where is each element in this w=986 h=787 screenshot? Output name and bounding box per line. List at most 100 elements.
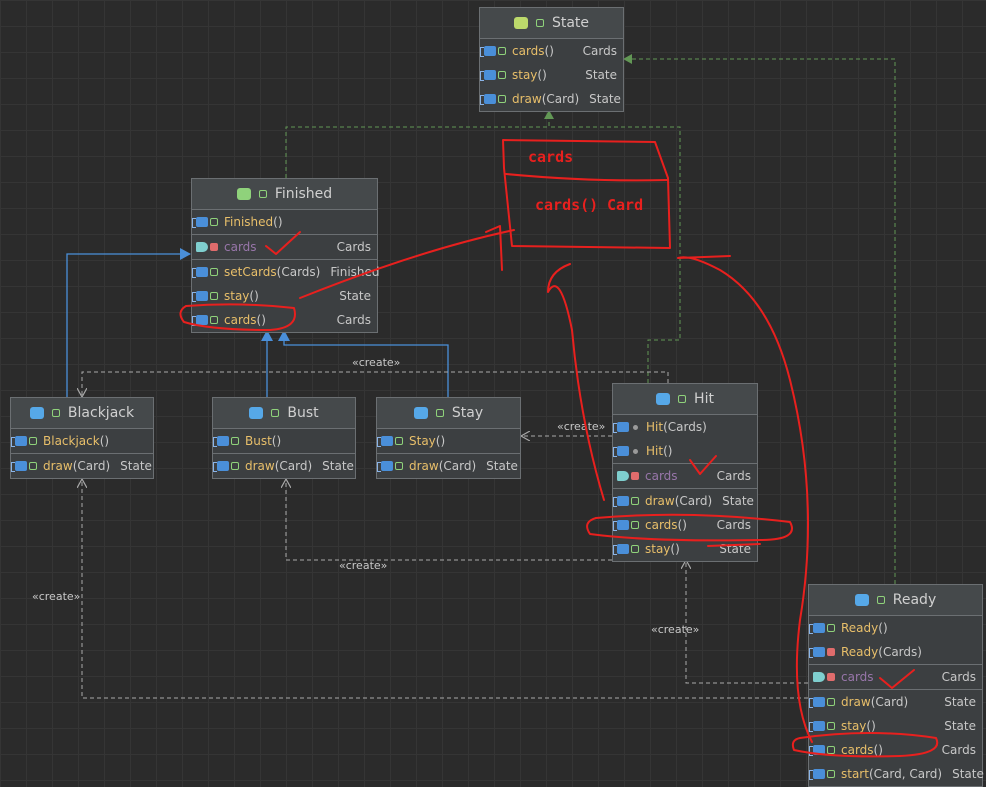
member-type: State — [944, 695, 976, 709]
member-row[interactable]: stay() State — [809, 714, 982, 738]
method-icon — [480, 46, 496, 57]
public-lock-icon — [210, 292, 218, 300]
public-lock-icon — [631, 521, 639, 529]
method-icon — [192, 315, 208, 326]
member-args: () — [663, 444, 673, 458]
member-name: draw — [43, 459, 73, 473]
public-lock-icon — [210, 218, 218, 226]
class-node-ready[interactable]: Ready Ready () Ready (Cards) cards Cards … — [808, 584, 984, 787]
member-row[interactable]: draw (Card) State — [613, 488, 757, 513]
class-node-bust[interactable]: Bust Bust() draw (Card) State — [212, 397, 356, 479]
member-args: () — [873, 743, 883, 757]
member-name: draw — [409, 459, 439, 473]
member-row[interactable]: Finished () — [192, 210, 377, 234]
class-header[interactable]: Stay — [377, 398, 520, 429]
member-row[interactable]: cards() Cards — [192, 308, 377, 332]
member-row[interactable]: Ready () — [809, 616, 982, 640]
method-icon — [613, 544, 629, 555]
class-node-hit[interactable]: Hit Hit (Cards) Hit() cards Cards draw (Car… — [612, 383, 758, 562]
public-lock-icon — [395, 462, 403, 470]
member-row[interactable]: draw (Card) State — [480, 87, 623, 111]
public-lock-icon — [535, 19, 544, 27]
member-name: stay — [841, 719, 867, 733]
method-icon — [192, 291, 208, 302]
class-header[interactable]: Hit — [613, 384, 757, 415]
method-icon — [809, 745, 825, 756]
method-icon — [192, 267, 208, 278]
public-lock-icon — [210, 268, 218, 276]
member-row[interactable]: draw (Card) State — [377, 453, 520, 478]
member-args: () — [670, 542, 680, 556]
class-node-blackjack[interactable]: Blackjack Blackjack () draw (Card) State — [10, 397, 154, 479]
member-row[interactable]: stay() State — [480, 63, 623, 87]
method-icon — [613, 496, 629, 507]
class-header[interactable]: Blackjack — [11, 398, 153, 429]
private-lock-icon — [210, 243, 218, 251]
member-row[interactable]: Hit (Cards) — [613, 415, 757, 439]
member-row[interactable]: Ready (Cards) — [809, 640, 982, 664]
class-node-state[interactable]: State cards() Cards stay() State draw (Card… — [479, 7, 624, 112]
public-lock-icon — [678, 395, 687, 403]
member-row[interactable]: setCards (Cards) Finished — [192, 259, 380, 284]
member-row[interactable]: draw (Card) State — [11, 453, 153, 478]
member-row[interactable]: draw (Card) State — [809, 689, 982, 714]
method-icon — [480, 94, 496, 105]
member-args: () — [878, 621, 888, 635]
member-args: () — [544, 44, 554, 58]
class-node-finished[interactable]: Finished Finished () cards Cards setCards… — [191, 178, 380, 333]
member-name: Bust — [245, 434, 272, 448]
member-row[interactable]: start (Card, Card) State — [809, 762, 984, 786]
member-row[interactable]: stay() State — [613, 537, 757, 561]
constructor-icon — [192, 217, 208, 228]
member-type: Cards — [582, 44, 617, 58]
public-lock-icon — [395, 437, 403, 445]
member-type: State — [322, 459, 354, 473]
create-label: «create» — [557, 420, 606, 433]
package-dot-icon — [633, 424, 638, 430]
member-name: cards — [841, 670, 874, 684]
member-row[interactable]: draw (Card) State — [213, 453, 355, 478]
member-args: () — [273, 215, 283, 229]
member-row[interactable]: cards Cards — [809, 664, 982, 689]
member-name: cards — [512, 44, 545, 58]
member-type: Cards — [941, 670, 976, 684]
member-row[interactable]: Stay() — [377, 429, 520, 453]
member-name: cards — [224, 313, 257, 327]
class-title: Stay — [451, 405, 484, 421]
member-row[interactable]: cards Cards — [613, 463, 757, 488]
member-row[interactable]: Hit() — [613, 439, 757, 463]
member-row[interactable]: cards() Cards — [480, 39, 623, 63]
create-label: «create» — [651, 623, 700, 636]
member-name: draw — [512, 92, 542, 106]
member-name: Hit — [646, 420, 664, 434]
member-row[interactable]: stay() State — [192, 284, 377, 308]
field-icon — [196, 242, 208, 252]
public-lock-icon — [498, 47, 506, 55]
member-args: (Card) — [541, 92, 580, 106]
member-name: Finished — [224, 215, 274, 229]
method-icon — [11, 461, 27, 472]
member-row[interactable]: cards() Cards — [809, 738, 982, 762]
public-lock-icon — [29, 437, 37, 445]
member-type: State — [944, 719, 976, 733]
member-args: () — [677, 518, 687, 532]
constructor-icon — [11, 436, 27, 447]
member-args: (Card) — [674, 494, 713, 508]
member-row[interactable]: cards Cards — [192, 234, 377, 259]
class-header[interactable]: Ready — [809, 585, 982, 616]
member-name: draw — [841, 695, 871, 709]
member-row[interactable]: Blackjack () — [11, 429, 153, 453]
class-header[interactable]: State — [480, 8, 623, 39]
class-header[interactable]: Finished — [192, 179, 377, 210]
member-row[interactable]: cards() Cards — [613, 513, 757, 537]
private-lock-icon — [827, 673, 835, 681]
edge-ready-create-hit — [686, 561, 808, 684]
constructor-icon — [613, 446, 629, 457]
class-header[interactable]: Bust — [213, 398, 355, 429]
class-node-stay[interactable]: Stay Stay() draw (Card) State — [376, 397, 521, 479]
member-row[interactable]: Bust() — [213, 429, 355, 453]
edge-hit-create-blackjack — [82, 371, 669, 396]
class-icon — [854, 594, 869, 606]
edge-hit-implements-state — [549, 126, 681, 383]
member-type: State — [722, 494, 754, 508]
